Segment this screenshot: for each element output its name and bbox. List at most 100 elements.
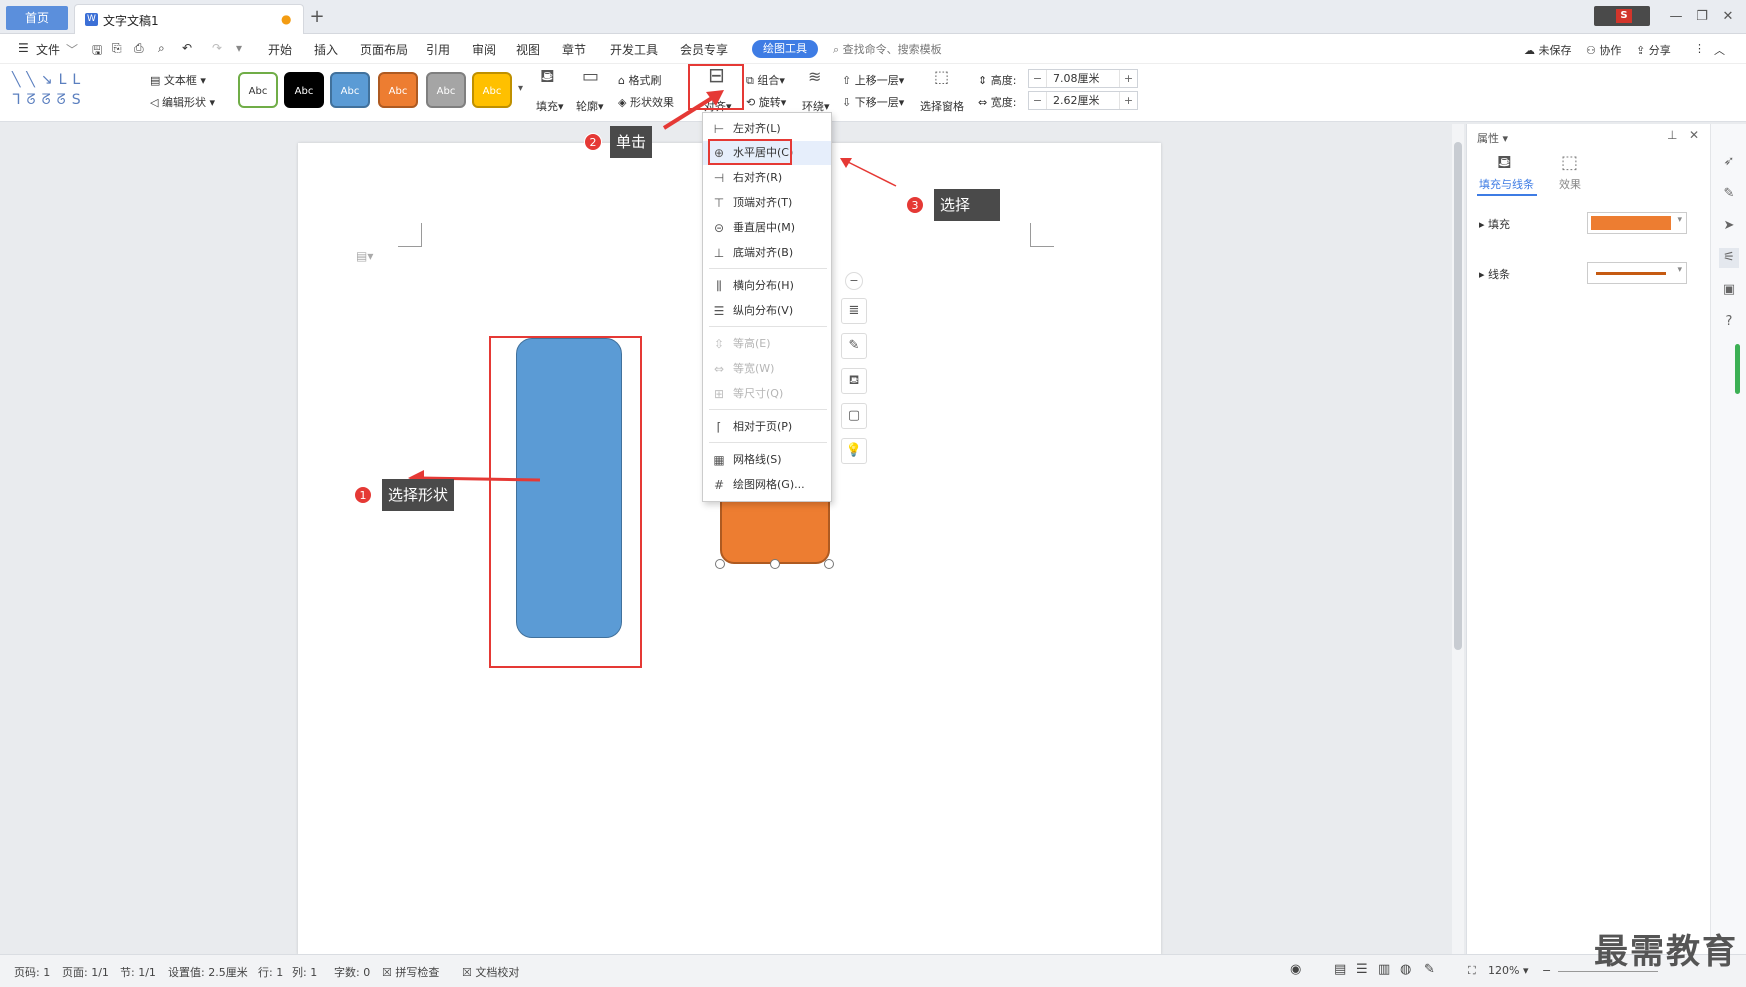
chevron-down-icon[interactable]: ﹀ [66, 41, 78, 58]
line-row-label[interactable]: ▸ 线条 [1479, 266, 1510, 282]
height-value[interactable]: 7.08厘米 [1053, 70, 1100, 87]
export-icon[interactable]: ⎘ [112, 41, 122, 56]
style-swatch-3[interactable]: Abc [330, 72, 370, 108]
status-pages[interactable]: 页面: 1/1 [62, 964, 109, 980]
fill-line-tab-icon[interactable]: ⛾ [1497, 152, 1512, 176]
menu-review[interactable]: 审阅 [472, 41, 496, 58]
vertical-scrollbar[interactable] [1452, 124, 1464, 954]
fill-row-label[interactable]: ▸ 填充 [1479, 216, 1510, 232]
menu-file[interactable]: 文件 [36, 41, 60, 58]
properties-title[interactable]: 属性 ▾ [1477, 130, 1508, 146]
paragraph-options-icon[interactable]: ▤▾ [356, 249, 373, 263]
connector-gallery[interactable]: ╲╲↘ᒪᒪ ᒣᘔᘔᘔS [12, 70, 132, 114]
selection-pane-button[interactable]: 选择窗格 [920, 98, 964, 114]
cursor-icon[interactable]: ➤ [1719, 216, 1739, 236]
preview-icon[interactable]: ⌕ [158, 41, 165, 56]
menu-drawing-grid[interactable]: # 绘图网格(G)... [703, 473, 831, 497]
pen-icon[interactable]: ✎ [841, 333, 867, 359]
write-view-icon[interactable]: ✎ [1424, 962, 1435, 977]
zoom-out-button[interactable]: − [1542, 964, 1551, 977]
width-stepper[interactable]: − 2.62厘米 + [1028, 91, 1138, 110]
collab-button[interactable]: ⚇ 协作 [1586, 42, 1621, 58]
menu-start[interactable]: 开始 [268, 41, 292, 58]
rotate-button[interactable]: ⟲ 旋转▾ [746, 94, 786, 110]
menu-page-layout[interactable]: 页面布局 [360, 41, 408, 58]
fill-bucket-icon[interactable]: ⛾ [540, 68, 555, 86]
scrollbar-thumb[interactable] [1454, 142, 1462, 650]
style-swatch-5[interactable]: Abc [426, 72, 466, 108]
style-swatch-4[interactable]: Abc [378, 72, 418, 108]
bring-forward-button[interactable]: ⇧ 上移一层▾ [842, 72, 904, 88]
page-view-icon[interactable]: ▤ [1334, 962, 1346, 977]
menu-references[interactable]: 引用 [426, 41, 450, 58]
send-backward-button[interactable]: ⇩ 下移一层▾ [842, 94, 904, 110]
zoom-level[interactable]: 120% ▾ [1488, 964, 1528, 977]
rocket-icon[interactable]: ➶ [1719, 152, 1739, 172]
menu-align-right[interactable]: ⊣ 右对齐(R) [703, 166, 831, 190]
new-tab-button[interactable]: + [306, 6, 328, 28]
status-row[interactable]: 行: 1 [258, 964, 283, 980]
line-style-picker[interactable]: ▾ [1587, 262, 1687, 284]
reading-view-icon[interactable]: ▥ [1378, 962, 1390, 977]
format-painter-button[interactable]: ⌂ 格式刷 [618, 72, 661, 88]
more-icon[interactable]: ⋮ [1694, 42, 1705, 55]
edit-shape-button[interactable]: ◁ 编辑形状 ▾ [150, 94, 215, 110]
menu-gridlines[interactable]: ▦ 网格线(S) [703, 448, 831, 472]
menu-view[interactable]: 视图 [516, 41, 540, 58]
save-icon[interactable]: 🖫 [92, 41, 102, 62]
wrap-icon[interactable]: ≋ [808, 69, 821, 85]
style-swatch-1[interactable]: Abc [238, 72, 278, 108]
unsaved-button[interactable]: ☁ 未保存 [1524, 42, 1572, 58]
help-icon[interactable]: ? [1719, 312, 1739, 332]
width-increase-button[interactable]: + [1119, 92, 1137, 109]
orange-rounded-rectangle[interactable] [720, 500, 830, 564]
menu-distribute-horizontal[interactable]: ⫼ 横向分布(H) [703, 274, 831, 298]
tab-home[interactable]: 首页 [6, 6, 68, 30]
resize-handle[interactable] [770, 559, 780, 569]
menu-relative-to-page[interactable]: ⌈ 相对于页(P) [703, 415, 831, 439]
collapse-float-toolbar-icon[interactable]: − [845, 272, 863, 290]
menu-align-middle[interactable]: ⊝ 垂直居中(M) [703, 216, 831, 240]
outline-float-icon[interactable]: ▢ [841, 403, 867, 429]
fill-color-picker[interactable]: ▾ [1587, 212, 1687, 234]
archive-icon[interactable]: ▣ [1719, 280, 1739, 300]
pin-icon[interactable]: ⊥ [1667, 128, 1677, 142]
edit-pen-icon[interactable]: ✎ [1719, 184, 1739, 204]
style-gallery-more-icon[interactable]: ▾ [518, 82, 523, 96]
selection-pane-icon[interactable]: ⬚ [934, 69, 949, 85]
undo-icon[interactable]: ↶ [182, 41, 192, 55]
close-button[interactable]: ✕ [1716, 6, 1740, 28]
tab-effects[interactable]: 效果 [1559, 176, 1581, 192]
status-section[interactable]: 节: 1/1 [120, 964, 156, 980]
height-decrease-button[interactable]: − [1029, 70, 1047, 87]
side-scroll-indicator[interactable] [1735, 344, 1740, 394]
resize-handle[interactable] [824, 559, 834, 569]
connector-row-2-icon[interactable]: ᒣᘔᘔᘔS [12, 90, 132, 110]
share-button[interactable]: ⇪ 分享 [1636, 42, 1671, 58]
fit-zoom-icon[interactable]: ⛶ [1468, 964, 1476, 978]
hamburger-icon[interactable]: ☰ [18, 41, 29, 55]
style-swatch-6[interactable]: Abc [472, 72, 512, 108]
redo-icon[interactable]: ↷ [212, 41, 222, 55]
height-stepper[interactable]: − 7.08厘米 + [1028, 69, 1138, 88]
textbox-button[interactable]: ▤ 文本框 ▾ [150, 72, 206, 88]
minimize-button[interactable]: — [1664, 6, 1688, 28]
outline-view-icon[interactable]: ☰ [1356, 962, 1368, 977]
restore-button[interactable]: ❐ [1690, 6, 1714, 28]
status-setting-value[interactable]: 设置值: 2.5厘米 [168, 964, 248, 980]
tab-drawing-tools[interactable]: 绘图工具 [752, 40, 818, 58]
properties-toggle-icon[interactable]: ⚟ [1719, 248, 1739, 268]
menu-insert[interactable]: 插入 [314, 41, 338, 58]
print-icon[interactable]: ⎙ [134, 41, 144, 56]
status-page-number[interactable]: 页码: 1 [14, 964, 50, 980]
height-increase-button[interactable]: + [1119, 70, 1137, 87]
menu-align-left[interactable]: ⊢ 左对齐(L) [703, 117, 831, 141]
fill-button[interactable]: 填充▾ [536, 98, 564, 114]
resize-handle[interactable] [715, 559, 725, 569]
menu-distribute-vertical[interactable]: ☰ 纵向分布(V) [703, 299, 831, 323]
lightbulb-icon[interactable]: 💡 [841, 438, 867, 464]
proofread-button[interactable]: ☒ 文档校对 [462, 964, 519, 980]
menu-member[interactable]: 会员专享 [680, 41, 728, 58]
menu-dev-tools[interactable]: 开发工具 [610, 41, 658, 58]
eye-protection-icon[interactable]: ◉ [1290, 962, 1301, 977]
